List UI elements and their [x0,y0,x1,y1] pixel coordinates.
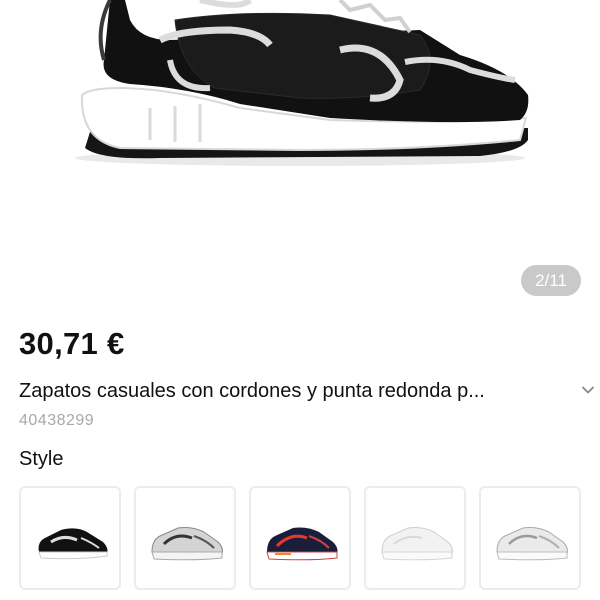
sneaker-thumbnail [151,527,223,561]
style-option-black-multicolor[interactable] [249,486,351,590]
product-sku: 40438299 [19,412,95,429]
sneaker-image [75,0,529,166]
style-label: Style [19,448,64,470]
sneaker-thumbnail [266,527,338,561]
product-title: Zapatos casuales con cordones y punta re… [19,379,485,402]
style-option-white-silver[interactable] [479,486,581,590]
style-option-grey-silver[interactable] [134,486,236,590]
sneaker-thumbnail [496,527,568,561]
style-option-white[interactable] [364,486,466,590]
chevron-down-icon[interactable] [580,382,596,398]
style-option-black-white[interactable] [19,486,121,590]
sneaker-thumbnail [38,528,108,560]
product-price: 30,71 € [19,326,125,361]
product-title-row[interactable]: Zapatos casuales con cordones y punta re… [19,376,594,406]
product-image-gallery[interactable]: 2/11 [0,0,600,305]
style-options [19,486,600,600]
image-counter-badge: 2/11 [521,265,581,296]
sneaker-thumbnail [381,527,453,561]
